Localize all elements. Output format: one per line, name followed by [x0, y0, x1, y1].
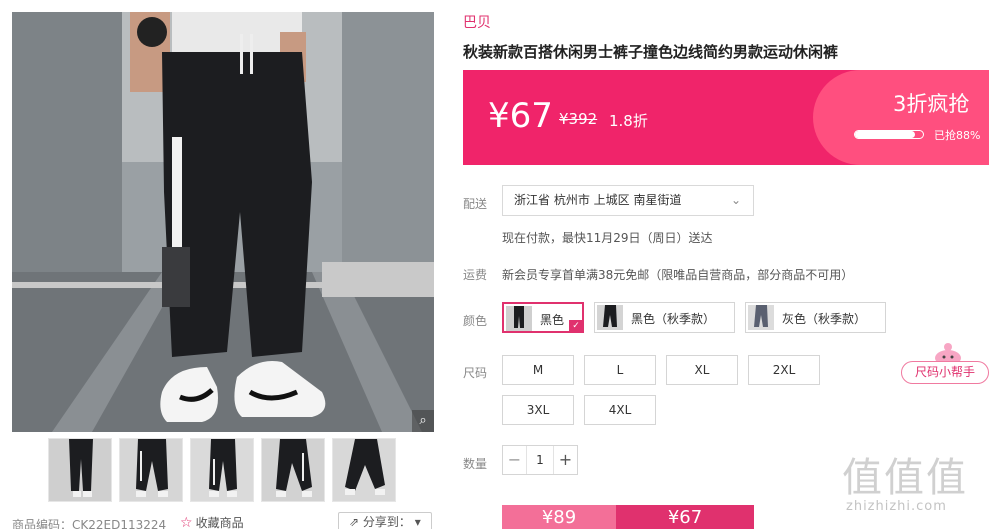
size-option-4xl[interactable]: 4XL [584, 395, 656, 425]
shipping-info: 新会员专享首单满38元免邮（限唯品自营商品，部分商品不可用） [502, 268, 854, 282]
size-helper-label: 尺码小帮手 [901, 361, 989, 384]
watermark: 值值值 zhizhizhi.com [842, 445, 989, 529]
discount-label: 1.8折 [609, 112, 648, 130]
size-option-2xl[interactable]: 2XL [748, 355, 820, 385]
gallery-footer: 商品编码：CK22ED113224 ☆ 收藏商品 ⇗ 分享到： ▾ [12, 510, 434, 529]
thumbnail[interactable] [119, 438, 183, 502]
size-helper-button[interactable]: 尺码小帮手 [901, 342, 989, 384]
quantity-stepper: − 1 + [502, 445, 578, 475]
color-swatch [506, 306, 532, 331]
color-swatch [597, 305, 623, 330]
size-option-3xl[interactable]: 3XL [502, 395, 574, 425]
favorite-button[interactable]: ☆ 收藏商品 [180, 514, 244, 529]
buy-normal-price-button[interactable]: ¥89 [502, 505, 616, 529]
buy-flash-price-button[interactable]: ¥67 [616, 505, 754, 529]
checkmark-icon: ✓ [569, 320, 583, 332]
flash-sale-title: 3折疯抢 [893, 92, 970, 116]
color-label: 颜色 [463, 314, 488, 328]
thumbnail[interactable] [190, 438, 254, 502]
delivery-label: 配送 [463, 197, 488, 211]
address-select[interactable]: 浙江省 杭州市 上城区 南星街道 ⌄ [502, 185, 754, 216]
original-price: ¥392 [559, 110, 598, 128]
color-option-black[interactable]: 黑色 ✓ [502, 302, 584, 333]
star-icon: ☆ [180, 515, 193, 529]
share-label: 分享到： [362, 515, 411, 529]
zoom-icon[interactable]: ⌕ [412, 410, 434, 432]
color-option-black-autumn[interactable]: 黑色（秋季款） [594, 302, 735, 333]
watermark-logo: 值值值 [842, 455, 968, 501]
chevron-down-icon: ⌄ [730, 193, 741, 207]
delivery-eta: 现在付款，最快11月29日（周日）送达 [502, 231, 713, 245]
size-option-xl[interactable]: XL [666, 355, 738, 385]
color-option-label: 灰色（秋季款） [782, 312, 867, 326]
sold-percentage: 已抢88% [934, 129, 981, 142]
quantity-label: 数量 [463, 457, 488, 471]
favorite-label: 收藏商品 [195, 516, 244, 529]
thumbnail[interactable] [261, 438, 325, 502]
shipping-label: 运费 [463, 268, 488, 282]
quantity-decrement-button[interactable]: − [503, 446, 527, 474]
share-button[interactable]: ⇗ 分享到： ▾ [338, 512, 432, 529]
thumbnail-strip [12, 437, 434, 503]
watermark-url: zhizhizhi.com [846, 499, 947, 514]
chevron-down-icon: ▾ [410, 515, 421, 529]
product-title: 秋装新款百搭休闲男士裤子撞色边线简约男款运动休闲裤 [463, 43, 839, 61]
current-price: ¥67 [488, 96, 553, 136]
main-product-image[interactable] [12, 12, 434, 432]
address-value: 浙江省 杭州市 上城区 南星街道 [514, 193, 682, 207]
color-option-label: 黑色（秋季款） [631, 312, 716, 326]
quantity-value[interactable]: 1 [527, 446, 553, 474]
sold-progress-bar [854, 130, 924, 139]
share-icon: ⇗ [349, 515, 363, 529]
quantity-increment-button[interactable]: + [553, 446, 577, 474]
thumbnail[interactable] [332, 438, 396, 502]
product-code: 商品编码：CK22ED113224 [12, 518, 167, 529]
color-option-label: 黑色 [540, 313, 565, 327]
color-option-gray-autumn[interactable]: 灰色（秋季款） [745, 302, 886, 333]
brand-link[interactable]: 巴贝 [463, 12, 491, 32]
sold-progress-fill [855, 131, 915, 138]
color-swatch [748, 305, 774, 330]
thumbnail[interactable] [48, 438, 112, 502]
size-label: 尺码 [463, 366, 488, 380]
size-option-m[interactable]: M [502, 355, 574, 385]
price-banner: ¥67 ¥392 1.8折 3折疯抢 已抢88% [463, 70, 989, 165]
size-option-l[interactable]: L [584, 355, 656, 385]
